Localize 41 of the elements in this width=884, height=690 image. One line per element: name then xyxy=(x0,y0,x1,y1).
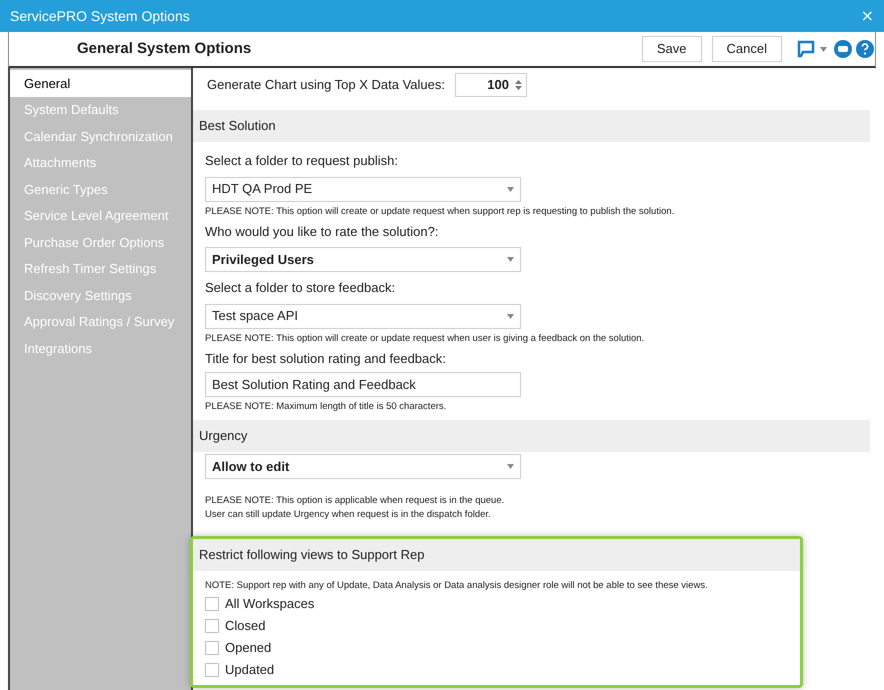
checkbox-option[interactable]: All Workspaces xyxy=(205,593,800,615)
dropdown[interactable]: Test space API xyxy=(205,304,521,328)
dropdown[interactable]: HDT QA Prod PE xyxy=(205,176,521,202)
checkbox[interactable] xyxy=(205,663,219,677)
dropdown[interactable]: Allow to edit xyxy=(205,454,521,479)
checkbox-option[interactable]: Opened xyxy=(205,637,800,659)
note-text: User can still update Urgency when request is in the dispatch folder. xyxy=(205,508,492,522)
number-spinner[interactable]: 100 xyxy=(455,73,527,97)
section-header: Restrict following views to Support Rep xyxy=(193,539,800,571)
checkbox[interactable] xyxy=(205,619,219,633)
field-label: Who would you like to rate the solution?: xyxy=(205,222,440,241)
save-button[interactable]: Save xyxy=(642,36,702,62)
field-label: Title for best solution rating and feedback: xyxy=(205,350,447,368)
text-field[interactable]: Best Solution Rating and Feedback xyxy=(205,372,521,397)
caret-icon xyxy=(507,464,514,469)
dropdown[interactable]: Privileged Users xyxy=(205,247,521,272)
caret-icon[interactable] xyxy=(820,46,827,52)
note-text: PLEASE NOTE: Maximum length of title is 50 characters. xyxy=(205,400,448,414)
note-text: PLEASE NOTE: This option will create or update request when support rep is requesting to publish the solution. xyxy=(205,204,676,218)
caret-icon xyxy=(507,314,514,318)
checkbox[interactable] xyxy=(205,641,219,655)
spin-arrows-icon[interactable] xyxy=(515,79,522,91)
note-text: NOTE: Support rep with any of Update, Data Analysis or Data analysis designer role will not be able to see these views. xyxy=(205,579,709,593)
checkbox-option[interactable]: Updated xyxy=(205,659,800,681)
checkbox-option[interactable]: Closed xyxy=(205,615,800,637)
section-header: Best Solution xyxy=(193,110,870,142)
field-label: Select a folder to store feedback: xyxy=(205,279,396,297)
window-title: ServicePRO System Options xyxy=(10,6,190,26)
caret-icon xyxy=(507,186,514,192)
checkbox[interactable] xyxy=(205,597,219,611)
field-label: Select a folder to request publish: xyxy=(205,152,399,170)
section-header: Urgency xyxy=(193,420,870,452)
field-label: Generate Chart using Top X Data Values: xyxy=(207,76,445,94)
caret-icon xyxy=(507,257,514,262)
help-icon[interactable] xyxy=(855,39,875,59)
page-title: General System Options xyxy=(77,38,252,59)
sidebar-item[interactable]: General xyxy=(10,70,191,96)
note-text: PLEASE NOTE: This option will create or update request when user is giving a feedback on the solution. xyxy=(205,332,646,346)
cancel-button[interactable]: Cancel xyxy=(712,36,782,62)
chat-icon[interactable] xyxy=(833,39,853,59)
note-text: PLEASE NOTE: This option is applicable when request is in the queue. xyxy=(205,494,506,508)
